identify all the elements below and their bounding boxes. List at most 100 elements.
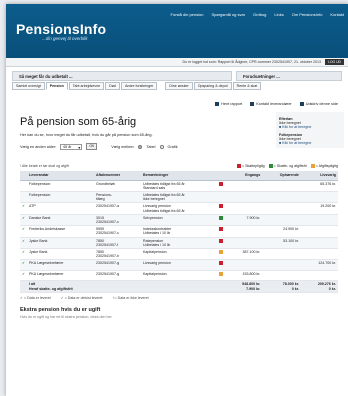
nav-item[interactable]: Forstå din pension [171, 12, 204, 17]
amounts-note-text: Alle beløb er før skat og afgift [21, 164, 69, 168]
row-agreement: 7850 2302541907-h [94, 248, 141, 261]
row-remarks: Indeksskontrakter Udbetales i 10 år [140, 225, 218, 238]
table-row[interactable]: ✓ PKA Lægesekretærer 2302541907-g Livsvarig… [20, 259, 338, 271]
row-remarks: Kapitalpension [140, 270, 218, 282]
contact-providers-label: Kontakt leverandører [256, 102, 292, 106]
row-ending [262, 180, 301, 192]
row-remarks: Ratepension Udbetales i 10 år [140, 237, 218, 249]
total-label: I alt Heraf skatte- og afgiftsfrit [27, 280, 218, 293]
section-assumptions[interactable]: Forudsætninger ... [236, 71, 342, 81]
tax-marker-icon [219, 227, 224, 232]
row-ending [262, 191, 301, 204]
tax-marker-icon [219, 181, 224, 186]
age-label: Vælg en anden alder: [20, 144, 57, 149]
table-row[interactable]: ✓ Danske Bank 3015 2302541907-c Selvpension 7… [20, 214, 338, 227]
logo[interactable]: PensionsInfo ...din genvej til overblik [16, 21, 106, 41]
table-row[interactable]: Folkepension Grundbeløb Udbetales tidligst… [20, 180, 338, 192]
row-status-check: ✓ [20, 237, 28, 249]
taxfree-swatch [268, 164, 273, 168]
row-lumpsum [225, 225, 263, 238]
row-lifelong: 124.700 kr. [300, 259, 338, 271]
row-lumpsum: 387.100 kr. [225, 248, 263, 261]
row-agreement: Grundbeløb [94, 180, 141, 192]
nav-item[interactable]: Links [274, 12, 283, 17]
total-lumpsum: 548.800 kr. 7.900 kr. [225, 280, 263, 293]
row-lumpsum [225, 237, 263, 249]
table-row[interactable]: ✓ Frederiks Andelskasse 5959 2302541907-c In… [20, 225, 338, 238]
report-icon [215, 102, 220, 106]
column-provider: Leverandør [27, 171, 94, 181]
row-provider[interactable]: Folkepension [27, 191, 94, 204]
legend-levy-label: = Afgiftspligtig [315, 164, 338, 168]
row-provider[interactable]: PKA Lægesekretærer [27, 270, 94, 282]
row-agreement: 7850 2302541907-f [94, 237, 141, 249]
row-provider[interactable]: Jyske Bank [27, 237, 94, 249]
print-page-link[interactable]: Udskriv denne side [299, 102, 338, 106]
row-tax-marker [217, 248, 226, 261]
row-remarks: Livsvarig pension [140, 259, 218, 271]
section-payout[interactable]: Så meget får du udbetalt ... [12, 71, 232, 81]
age-select[interactable]: 65 år [60, 143, 83, 150]
marker-column-header [217, 171, 226, 181]
status-column-header [20, 171, 28, 181]
section-payout-label: Så meget får du udbetalt ... [19, 73, 73, 79]
table-row[interactable]: ✓ PKA Lægesekretærer 2302541907-g Kapitalpe… [20, 270, 338, 282]
row-provider[interactable]: Folkepension [27, 180, 94, 192]
state-pension-link[interactable]: ■ Klik for at beregne [279, 141, 341, 145]
row-status-check: ✓ [20, 225, 28, 238]
table-row[interactable]: ✓ Jyske Bank 7850 2302541907-h Kapitalpensio… [20, 248, 338, 261]
ok-button[interactable]: OK [86, 143, 98, 150]
table-row[interactable]: Folkepension Pensions-tillæg Udbetales tid… [20, 191, 338, 204]
tax-marker-icon [219, 215, 224, 220]
row-tax-marker [217, 202, 226, 215]
row-status-check [20, 180, 28, 192]
pension-table: Leverandør Aftalenummer Bemærkninger Eng… [20, 171, 338, 293]
column-ending: Ophørende [262, 171, 301, 181]
row-provider[interactable]: PKA Lægesekretærer [27, 259, 94, 271]
tab-wishes[interactable]: Dine ønsker [165, 82, 193, 90]
table-row[interactable]: ✓ Jyske Bank 7850 2302541907-f Ratepension Ud… [20, 237, 338, 249]
early-retirement-link[interactable]: ■ Klik for at beregne [279, 125, 341, 129]
logout-button[interactable]: LOG UD [325, 59, 344, 65]
section-headers: Så meget får du udbetalt ... Forudsætnin… [6, 67, 348, 81]
chart-radio[interactable] [159, 144, 164, 149]
tax-marker-icon [219, 204, 224, 209]
row-agreement: 2302541907-a [94, 202, 141, 215]
section-assumptions-label: Forudsætninger ... [243, 73, 280, 79]
tab-savings[interactable]: Opsparing & depot [193, 82, 232, 90]
row-provider[interactable]: Jyske Bank [27, 248, 94, 261]
row-provider[interactable]: Danske Bank [27, 214, 94, 227]
row-lifelong [300, 191, 338, 204]
row-lumpsum [225, 202, 263, 215]
row-provider[interactable]: ATP [27, 202, 94, 215]
nav-item[interactable]: Spørgsmål og svar [211, 12, 245, 17]
table-row[interactable]: ✓ ATP 2302541907-a Livsvarig pension Udbetal… [20, 202, 338, 215]
contact-providers-link[interactable]: Kontakt leverandører [250, 102, 292, 106]
tab-overview[interactable]: Samlet oversigt [12, 82, 45, 90]
tab-death[interactable]: Død [105, 82, 120, 90]
row-tax-marker [217, 237, 226, 249]
legend-partial: ✓ = Data er delvist leveret [60, 295, 103, 300]
legend-delivered: ✓ = Data er leveret [20, 295, 51, 300]
top-navigation: Forstå din pension Spørgsmål og svar Ord… [171, 12, 344, 17]
nav-item[interactable]: Ordbog [253, 12, 266, 17]
tab-interest-tax[interactable]: Rente & skat [232, 82, 262, 90]
site-header: PensionsInfo ...din genvej til overblik … [6, 4, 348, 58]
intro-text: Her kan du se, hvor meget du får udbetal… [20, 133, 153, 137]
row-ending [262, 270, 301, 282]
table-radio[interactable] [138, 144, 143, 149]
tab-disability[interactable]: Tabt arbejdsevne [68, 82, 105, 90]
row-ending: 53.100 kr. [262, 237, 301, 249]
nav-item[interactable]: Kontakt [330, 12, 344, 17]
row-agreement: Pensions-tillæg [94, 191, 141, 204]
tab-pension[interactable]: Pension [45, 82, 68, 90]
row-ending [262, 202, 301, 215]
row-tax-marker [217, 214, 226, 227]
tab-other-insurance[interactable]: Andre forsikringer [120, 82, 158, 90]
row-provider[interactable]: Frederiks Andelskasse [27, 225, 94, 238]
row-tax-marker [217, 225, 226, 238]
row-lifelong [300, 248, 338, 261]
table-radio-label: Tabel [146, 144, 156, 149]
get-report-link[interactable]: Hent rapport [215, 102, 242, 106]
nav-item[interactable]: Om PensionsInfo [292, 12, 323, 17]
